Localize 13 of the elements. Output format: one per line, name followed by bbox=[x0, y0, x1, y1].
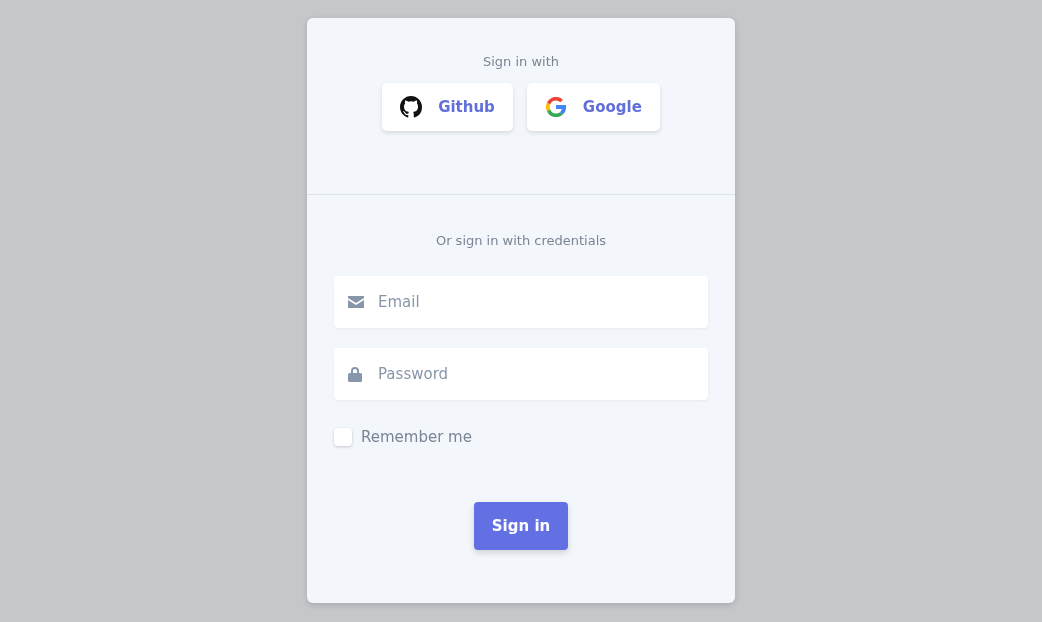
credentials-heading: Or sign in with credentials bbox=[435, 233, 607, 248]
lock-icon bbox=[348, 366, 362, 382]
google-button[interactable]: Google bbox=[526, 83, 660, 131]
envelope-icon bbox=[348, 296, 364, 308]
remember-checkbox[interactable] bbox=[334, 428, 352, 446]
google-icon bbox=[544, 96, 567, 118]
email-field[interactable]: Email bbox=[334, 276, 708, 328]
remember-label[interactable]: Remember me bbox=[361, 428, 472, 446]
sign-in-heading: Sign in with bbox=[482, 54, 560, 69]
github-button[interactable]: Github bbox=[382, 83, 513, 131]
password-field[interactable]: Password bbox=[334, 348, 708, 400]
github-icon bbox=[400, 96, 423, 118]
sign-in-button[interactable]: Sign in bbox=[473, 502, 569, 550]
